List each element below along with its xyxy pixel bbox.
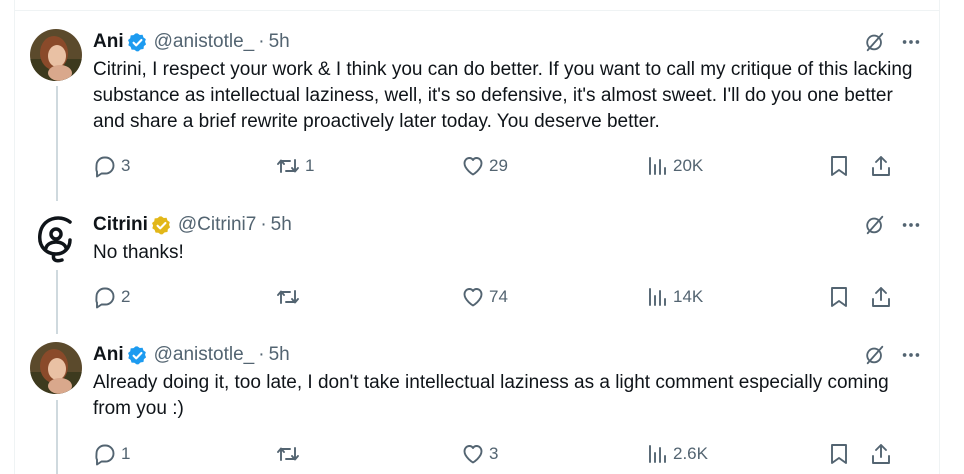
repost-button[interactable] [275,285,305,309]
tweet[interactable]: Ani @anistotle_ · 5h Already doing it, t… [30,342,930,474]
author-handle[interactable]: @anistotle_ [154,344,255,366]
repost-button[interactable] [275,442,305,466]
tweet-header: Ani @anistotle_ · 5h [93,342,930,368]
repost-icon [277,447,299,461]
views-count: 14K [673,287,704,306]
grok-icon[interactable] [864,214,886,236]
tweet-actions: 3 1 29 20K [93,154,893,178]
views-count: 2.6K [673,444,708,463]
bookmark-icon [831,287,847,307]
tweet-text: No thanks! [93,242,184,263]
separator: · [258,344,265,365]
tweet[interactable]: Citrini @Citrini7 · 5h No thanks! 2 74 1… [30,212,930,312]
tweet-header: Ani @anistotle_ · 5h [93,29,930,55]
views-icon [649,445,666,463]
grok-icon[interactable] [864,344,886,366]
timestamp[interactable]: 5h [271,214,292,236]
views-icon [649,157,666,175]
views-button[interactable]: 20K [647,154,703,178]
timestamp[interactable]: 5h [269,344,290,366]
reply-count: 2 [121,287,131,306]
reply-icon [95,156,115,178]
repost-icon [277,159,299,173]
verified-badge-icon [127,345,148,366]
avatar[interactable] [30,212,82,264]
tweet-text: Citrini, I respect your work & I think y… [93,59,913,132]
heart-icon [463,157,483,176]
grok-icon[interactable] [864,31,886,53]
views-count: 20K [673,156,704,175]
author-handle[interactable]: @Citrini7 [178,214,256,236]
reply-icon [95,287,115,309]
author-name[interactable]: Citrini [93,214,148,236]
bookmark-button[interactable] [828,442,850,466]
more-icon[interactable] [900,31,922,53]
author-handle[interactable]: @anistotle_ [154,31,255,53]
timestamp[interactable]: 5h [269,31,290,53]
tweet-text: Already doing it, too late, I don't take… [93,372,889,419]
heart-icon [463,445,483,464]
avatar[interactable] [30,342,82,394]
author-name[interactable]: Ani [93,344,124,366]
more-icon[interactable] [900,214,922,236]
views-icon [649,288,666,306]
tweet-actions: 2 74 14K [93,285,893,309]
verified-badge-icon [151,215,172,236]
views-button[interactable]: 2.6K [647,442,708,466]
share-button[interactable] [869,154,893,178]
reply-count: 1 [121,444,131,463]
divider [14,10,940,11]
heart-icon [463,288,483,307]
repost-count: 1 [305,156,315,175]
bookmark-button[interactable] [828,285,850,309]
author-name[interactable]: Ani [93,31,124,53]
like-count: 29 [489,156,508,175]
like-button[interactable]: 74 [461,285,508,309]
tweet[interactable]: Ani @anistotle_ · 5h Citrini, I respect … [30,29,930,189]
bookmark-button[interactable] [828,154,850,178]
views-button[interactable]: 14K [647,285,703,309]
reply-count: 3 [121,156,131,175]
share-button[interactable] [869,442,893,466]
reply-button[interactable]: 3 [93,154,130,178]
tweet-actions: 1 3 2.6K [93,442,893,466]
repost-icon [277,290,299,304]
share-icon [872,287,890,307]
like-button[interactable]: 29 [461,154,508,178]
share-button[interactable] [869,285,893,309]
separator: · [258,31,265,52]
separator: · [260,214,267,235]
more-icon[interactable] [900,344,922,366]
like-count: 74 [489,287,508,306]
repost-button[interactable]: 1 [275,154,314,178]
reply-button[interactable]: 1 [93,442,130,466]
verified-badge-icon [127,32,148,53]
reply-button[interactable]: 2 [93,285,130,309]
tweet-header: Citrini @Citrini7 · 5h [93,212,930,238]
share-icon [872,444,890,464]
bookmark-icon [831,156,847,176]
like-count: 3 [489,444,499,463]
reply-icon [95,444,115,466]
bookmark-icon [831,444,847,464]
share-icon [872,156,890,176]
like-button[interactable]: 3 [461,442,498,466]
avatar[interactable] [30,29,82,81]
